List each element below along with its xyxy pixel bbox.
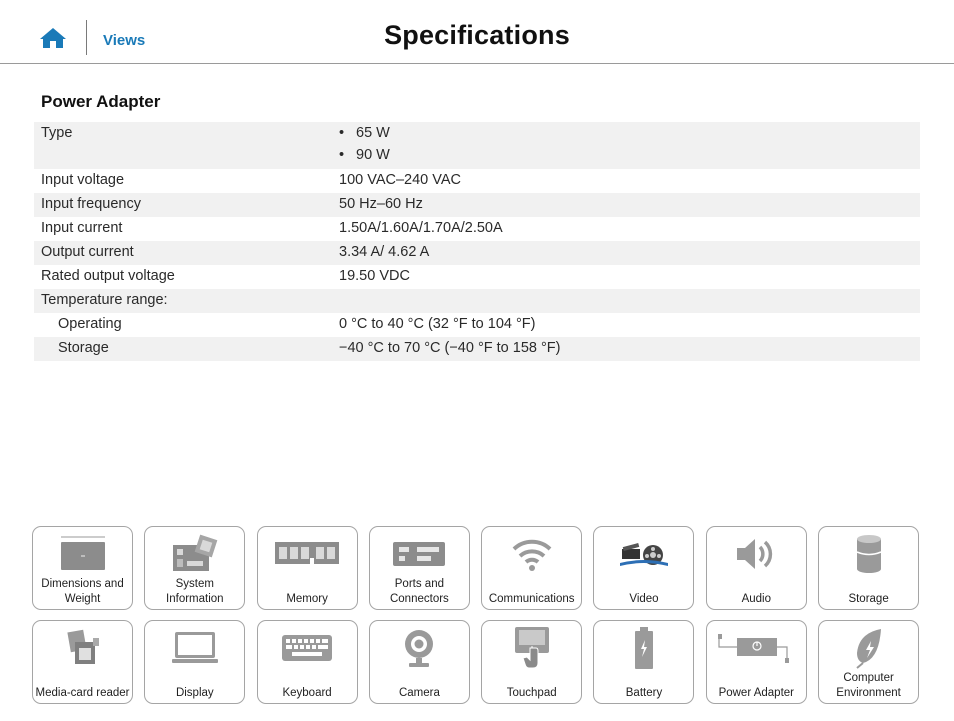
display-icon <box>171 632 218 663</box>
spec-label: Input current <box>41 220 123 236</box>
tile-storage[interactable]: Storage <box>818 526 920 610</box>
tile-communications[interactable]: Communications <box>481 526 583 610</box>
tile-display[interactable]: Display <box>144 620 246 704</box>
section-title: Power Adapter <box>41 92 161 111</box>
spec-row-output-current: Output current 3.34 A/ 4.62 A <box>34 241 920 265</box>
tile-label: Battery <box>625 686 663 699</box>
tile-label: Power Adapter <box>718 686 794 699</box>
wifi-icon <box>512 539 552 571</box>
spec-row-temperature-range: Temperature range: <box>34 289 920 313</box>
header-bar: Views Specifications <box>0 0 954 64</box>
tile-label: Ports and Connectors <box>389 578 449 605</box>
camera-icon <box>405 630 434 667</box>
leaf-icon <box>855 629 881 669</box>
spec-label: Type <box>41 125 73 141</box>
tile-camera[interactable]: Camera <box>368 620 470 704</box>
tile-label: Audio <box>741 592 771 605</box>
tile-label: Display <box>175 686 214 699</box>
spec-value: 65 W 90 W <box>339 122 920 169</box>
spec-value <box>339 289 920 292</box>
battery-icon <box>634 627 653 669</box>
tile-label: Computer Environment <box>836 672 901 699</box>
tile-label: Dimensions and Weight <box>41 578 124 605</box>
spec-value: −40 °C to 70 °C (−40 °F to 158 °F) <box>339 340 561 356</box>
tile-video[interactable]: Video <box>593 526 695 610</box>
drive-icon <box>856 535 881 573</box>
spec-row-input-voltage: Input voltage 100 VAC–240 VAC <box>34 169 920 193</box>
spec-label: Operating <box>58 316 122 332</box>
tile-media-card-reader[interactable]: Media-card reader <box>32 620 133 704</box>
tile-label: System Information <box>166 578 224 605</box>
tile-computer-environment[interactable]: Computer Environment <box>818 620 920 704</box>
type-list: 65 W 90 W <box>339 125 920 169</box>
spec-label: Output current <box>41 244 134 260</box>
spec-value: 50 Hz–60 Hz <box>339 196 423 212</box>
tile-system-information[interactable]: System Information <box>144 526 246 610</box>
spec-row-storage: Storage −40 °C to 70 °C (−40 °F to 158 °… <box>34 337 920 361</box>
list-item: 90 W <box>339 147 920 169</box>
ports-icon <box>393 542 446 566</box>
tile-power-adapter[interactable]: Power Adapter <box>705 620 807 704</box>
tile-keyboard[interactable]: Keyboard <box>256 620 358 704</box>
spec-label: Rated output voltage <box>41 268 175 284</box>
spec-category-grid: Dimensions and Weight System Information <box>32 526 922 704</box>
spec-row-input-frequency: Input frequency 50 Hz–60 Hz <box>34 193 920 217</box>
tile-label: Storage <box>848 592 889 605</box>
tile-label: Camera <box>398 686 440 699</box>
tile-label: Media-card reader <box>35 686 130 699</box>
spec-label: Storage <box>58 340 109 356</box>
tile-label: Communications <box>488 592 575 605</box>
spec-value: 3.34 A/ 4.62 A <box>339 244 430 260</box>
tile-label: Memory <box>286 592 328 605</box>
tile-label: Touchpad <box>506 686 557 699</box>
spec-value: 1.50A/1.60A/1.70A/2.50A <box>339 220 503 236</box>
media-card-icon <box>66 629 99 664</box>
spec-row-type: Type 65 W 90 W <box>34 122 920 169</box>
tile-audio[interactable]: Audio <box>705 526 807 610</box>
spec-value: 100 VAC–240 VAC <box>339 172 461 188</box>
tile-ports-and-connectors[interactable]: Ports and Connectors <box>368 526 470 610</box>
memory-module-icon <box>275 542 340 564</box>
spec-label: Input voltage <box>41 172 125 188</box>
laptop-lid-icon <box>60 536 105 570</box>
tile-label: Video <box>629 592 659 605</box>
spec-value: 0 °C to 40 °C (32 °F to 104 °F) <box>339 316 536 332</box>
spec-label: Temperature range: <box>41 292 168 308</box>
spec-label: Input frequency <box>41 196 141 212</box>
tile-dimensions-and-weight[interactable]: Dimensions and Weight <box>32 526 133 610</box>
tile-label: Keyboard <box>282 686 332 699</box>
tile-battery[interactable]: Battery <box>593 620 695 704</box>
speaker-icon <box>737 539 773 569</box>
tile-touchpad[interactable]: Touchpad <box>481 620 583 704</box>
spec-row-operating: Operating 0 °C to 40 °C (32 °F to 104 °F… <box>34 313 920 337</box>
spec-value: 19.50 VDC <box>339 268 410 284</box>
keyboard-icon <box>282 635 333 661</box>
motherboard-icon <box>172 534 218 571</box>
touchpad-icon <box>514 627 549 669</box>
spec-table: Type 65 W 90 W Input voltage 100 VAC–240… <box>34 122 920 361</box>
spec-row-input-current: Input current 1.50A/1.60A/1.70A/2.50A <box>34 217 920 241</box>
page-title: Specifications <box>384 20 570 50</box>
list-item: 65 W <box>339 125 920 147</box>
spec-row-rated-output-voltage: Rated output voltage 19.50 VDC <box>34 265 920 289</box>
film-reel-icon <box>619 542 668 566</box>
tile-memory[interactable]: Memory <box>256 526 358 610</box>
power-adapter-icon <box>718 634 790 663</box>
